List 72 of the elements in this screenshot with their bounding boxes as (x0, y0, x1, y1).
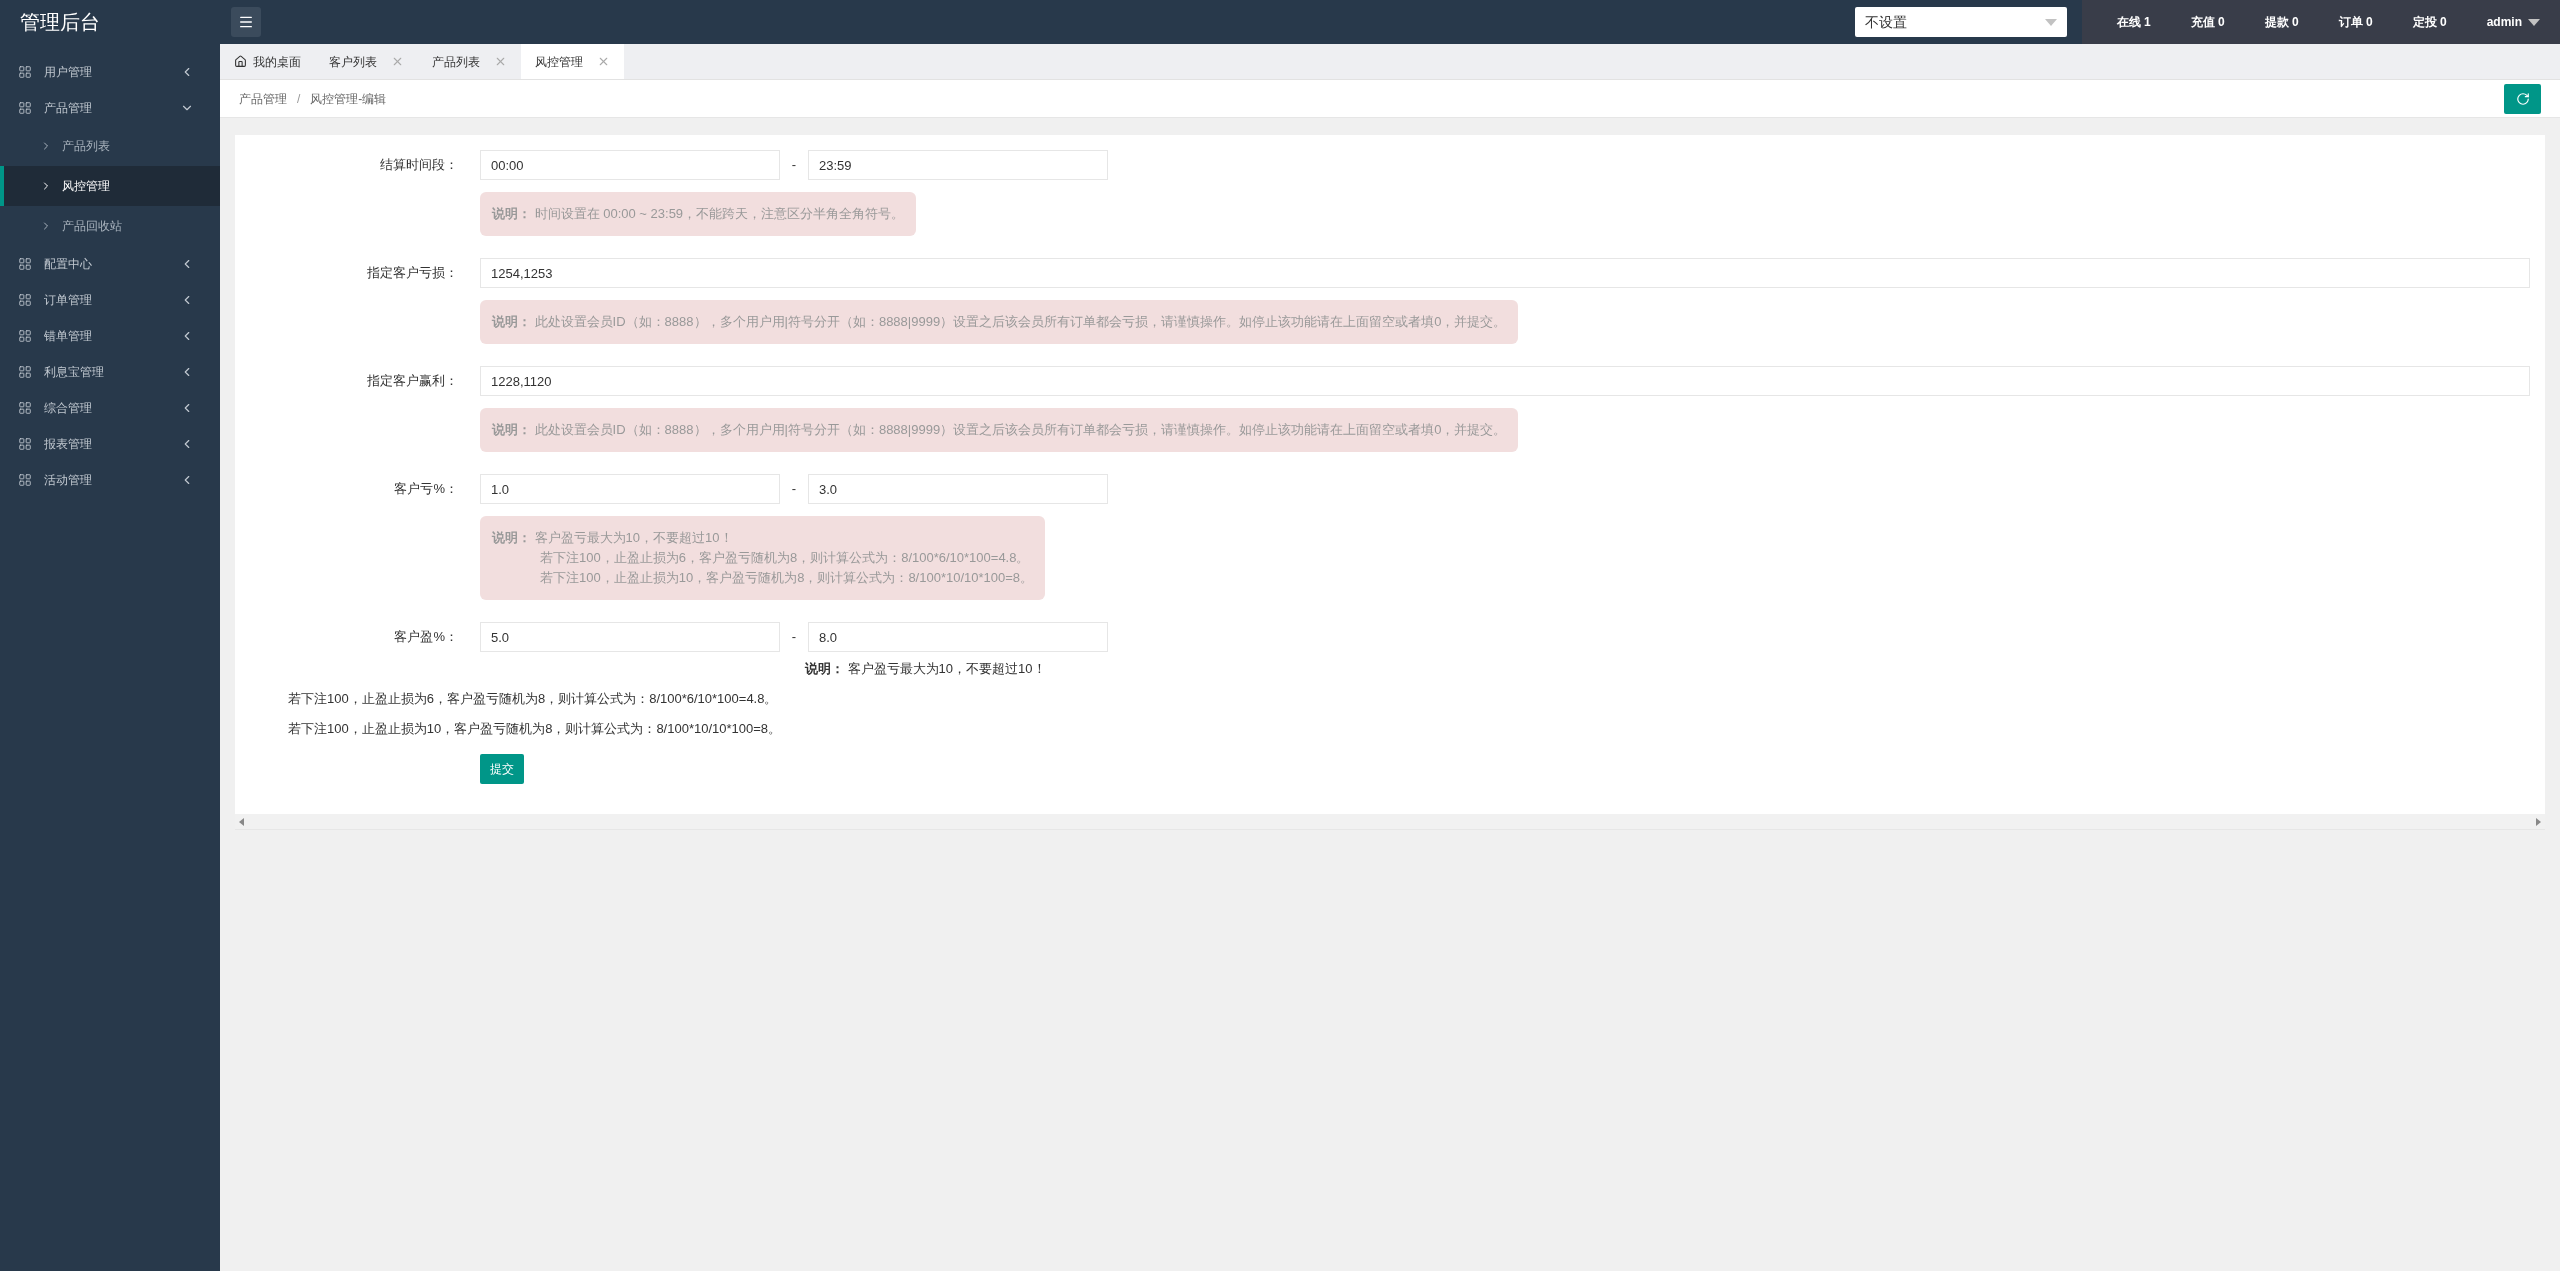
range-dash: - (790, 480, 798, 499)
grid-icon (18, 257, 32, 271)
note-box: 说明： 此处设置会员ID（如：8888），多个用户用|符号分开（如：8888|9999）设置之后该会员所有订单都会亏损，请谨慎操作。如停止该功能请在上面留空或者填0，并提交。 (480, 408, 1519, 452)
note-box: 说明： 客户盈亏最大为10，不要超过10！ 若下注100，止盈止损为6，客户盈亏随机为8，则计算公式为：8/100*6/10*100=4.8。 若下注100，止盈止损为10，客户盈亏随机为8，则计算公式为：8/100*10/10*100=8。 (480, 516, 1046, 600)
field-label: 结算时间段： (379, 156, 459, 175)
grid-icon (18, 329, 32, 343)
close-icon[interactable] (494, 55, 507, 68)
range-dash: - (790, 628, 798, 647)
input-field[interactable]: 5.0 (480, 622, 780, 652)
grid-icon (18, 293, 32, 307)
sidebar-item[interactable]: 错单管理 (0, 318, 220, 354)
grid-icon (18, 65, 32, 79)
grid-icon (18, 437, 32, 451)
breadcrumb-separator: / (297, 90, 301, 108)
field-label: 客户亏%： (393, 480, 459, 499)
sidebar-item[interactable]: 用户管理 (0, 54, 220, 90)
tab[interactable]: 产品列表 (418, 44, 521, 79)
input-field[interactable]: 1.0 (480, 474, 780, 504)
refresh-button[interactable] (2504, 83, 2541, 114)
scroll-right-icon[interactable] (2536, 817, 2541, 826)
close-icon[interactable] (597, 55, 610, 68)
sidebar-subitem[interactable]: 产品回收站 (0, 206, 220, 246)
input-field[interactable]: 1254,1253 (480, 258, 2530, 288)
sidebar-item[interactable]: 报表管理 (0, 426, 220, 462)
input-field[interactable]: 1228,1120 (480, 366, 2530, 396)
sidebar-item[interactable]: 订单管理 (0, 282, 220, 318)
grid-icon (18, 401, 32, 415)
stat-label[interactable]: 提款 0 (2264, 13, 2299, 31)
tab[interactable]: 客户列表 (315, 44, 418, 79)
grid-icon (18, 101, 32, 115)
dropdown-triangle-icon (2528, 18, 2540, 26)
home-icon (234, 55, 247, 68)
field-label: 指定客户赢利： (366, 372, 459, 391)
grid-icon (18, 365, 32, 379)
close-icon[interactable] (391, 55, 404, 68)
dropdown-triangle-icon (2045, 18, 2057, 26)
note-box: 说明： 此处设置会员ID（如：8888），多个用户用|符号分开（如：8888|9999）设置之后该会员所有订单都会亏损，请谨慎操作。如停止该功能请在上面留空或者填0，并提交。 (480, 300, 1519, 344)
formula-text: 若下注100，止盈止损为6，客户盈亏随机为8，则计算公式为：8/100*6/10*100=4.8。 (288, 691, 778, 706)
formula-text: 若下注100，止盈止损为10，客户盈亏随机为8，则计算公式为：8/100*10/10*100=8。 (288, 721, 782, 736)
app-title: 管理后台 (20, 10, 100, 35)
input-field[interactable]: 23:59 (808, 150, 1108, 180)
stat-label[interactable]: 在线 1 (2116, 13, 2151, 31)
sidebar-item[interactable]: 活动管理 (0, 462, 220, 498)
breadcrumb-link[interactable]: 产品管理 (239, 89, 287, 108)
field-label: 指定客户亏损： (366, 264, 459, 283)
input-field[interactable]: 3.0 (808, 474, 1108, 504)
range-dash: - (790, 156, 798, 175)
input-field[interactable]: 8.0 (808, 622, 1108, 652)
stat-label[interactable]: 充值 0 (2190, 13, 2225, 31)
sidebar-item[interactable]: 利息宝管理 (0, 354, 220, 390)
sidebar-item[interactable]: 配置中心 (0, 246, 220, 282)
grid-icon (18, 473, 32, 487)
sidebar-item[interactable]: 综合管理 (0, 390, 220, 426)
refresh-icon (2515, 91, 2530, 106)
tab[interactable]: 我的桌面 (220, 44, 315, 79)
menu-button[interactable] (231, 7, 261, 37)
sidebar-subitem[interactable]: 产品列表 (0, 126, 220, 166)
field-label: 客户盈%： (393, 628, 459, 647)
stat-label[interactable]: 订单 0 (2338, 13, 2373, 31)
note-box: 说明： 时间设置在 00:00 ~ 23:59，不能跨天，注意区分半角全角符号。 (480, 192, 917, 236)
user-menu[interactable]: admin (2486, 13, 2540, 31)
stat-label[interactable]: 定投 0 (2412, 13, 2447, 31)
note-text: 说明： 客户盈亏最大为10，不要超过10！ (805, 661, 1046, 676)
tab[interactable]: 风控管理 (521, 44, 624, 79)
sidebar-item[interactable]: 产品管理 (0, 90, 220, 126)
menu-icon (238, 14, 254, 30)
select-field[interactable]: 不设置 (1855, 7, 2067, 37)
breadcrumb-link[interactable]: 风控管理-编辑 (310, 89, 387, 108)
submit-button[interactable]: 提交 (480, 754, 524, 784)
scroll-left-icon[interactable] (239, 817, 244, 826)
input-field[interactable]: 00:00 (480, 150, 780, 180)
sidebar-subitem[interactable]: 风控管理 (0, 166, 220, 206)
